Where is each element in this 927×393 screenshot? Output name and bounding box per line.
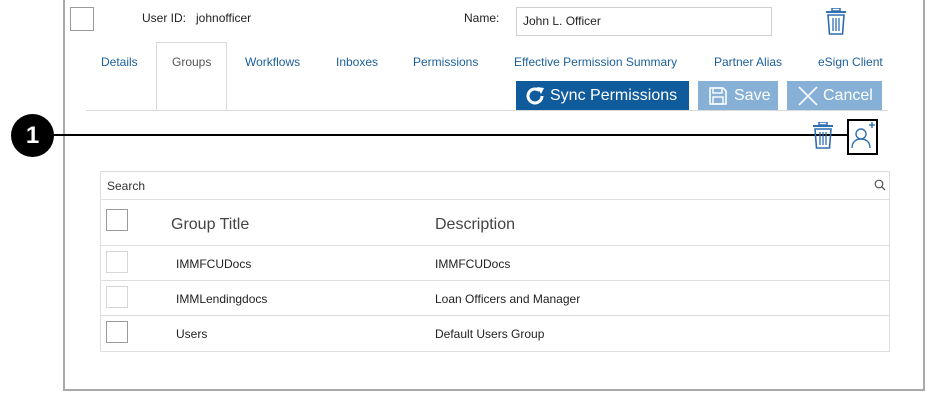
search-placeholder: Search <box>107 179 146 193</box>
search-icon[interactable] <box>874 178 886 196</box>
trash-icon[interactable] <box>825 7 847 40</box>
save-icon <box>709 86 727 105</box>
callout-badge: 1 <box>11 114 54 157</box>
name-label: Name: <box>464 11 500 25</box>
user-id-label: User ID: <box>142 11 187 25</box>
tab-partner-alias[interactable]: Partner Alias <box>714 55 782 69</box>
column-header-group-title: Group Title <box>171 216 250 233</box>
tab-effective-permission-summary[interactable]: Effective Permission Summary <box>514 55 677 69</box>
close-icon <box>798 85 818 106</box>
column-header-description: Description <box>435 216 516 233</box>
tab-divider <box>86 110 888 111</box>
row-divider <box>101 315 889 316</box>
cancel-button[interactable]: Cancel <box>787 81 882 110</box>
group-title-cell: IMMFCUDocs <box>176 257 252 271</box>
cancel-label: Cancel <box>823 86 873 104</box>
tab-permissions[interactable]: Permissions <box>413 55 478 69</box>
save-label: Save <box>734 86 771 104</box>
description-cell: Default Users Group <box>435 327 545 341</box>
user-id-value: johnofficer <box>196 11 252 25</box>
groups-table: Group Title Description IMMFCUDocs IMMFC… <box>100 200 890 352</box>
group-title-cell: IMMLendingdocs <box>176 292 268 306</box>
name-field[interactable]: John L. Officer <box>516 7 772 36</box>
select-all-checkbox[interactable] <box>106 209 128 231</box>
add-user-icon <box>851 122 875 149</box>
tab-groups[interactable]: Groups <box>172 55 211 69</box>
tab-inboxes[interactable]: Inboxes <box>336 55 378 69</box>
row-divider <box>101 280 889 281</box>
remove-group-trash-icon[interactable] <box>812 121 834 154</box>
description-cell: Loan Officers and Manager <box>435 292 581 306</box>
select-user-checkbox[interactable] <box>70 7 94 31</box>
tab-workflows[interactable]: Workflows <box>245 55 300 69</box>
group-title-cell: Users <box>176 327 208 341</box>
add-group-button[interactable] <box>847 119 878 155</box>
sync-icon <box>526 86 544 104</box>
row-checkbox[interactable] <box>106 251 128 273</box>
save-button[interactable]: Save <box>698 81 778 110</box>
row-checkbox[interactable] <box>106 321 128 343</box>
row-checkbox[interactable] <box>106 286 128 308</box>
description-cell: IMMFCUDocs <box>435 257 511 271</box>
sync-permissions-button[interactable]: Sync Permissions <box>516 81 689 110</box>
tab-esign-client[interactable]: eSign Client <box>818 55 883 69</box>
row-divider <box>101 245 889 246</box>
search-field[interactable]: Search <box>100 171 890 200</box>
tab-details[interactable]: Details <box>101 55 138 69</box>
sync-permissions-label: Sync Permissions <box>550 86 678 104</box>
callout-line <box>46 134 849 136</box>
